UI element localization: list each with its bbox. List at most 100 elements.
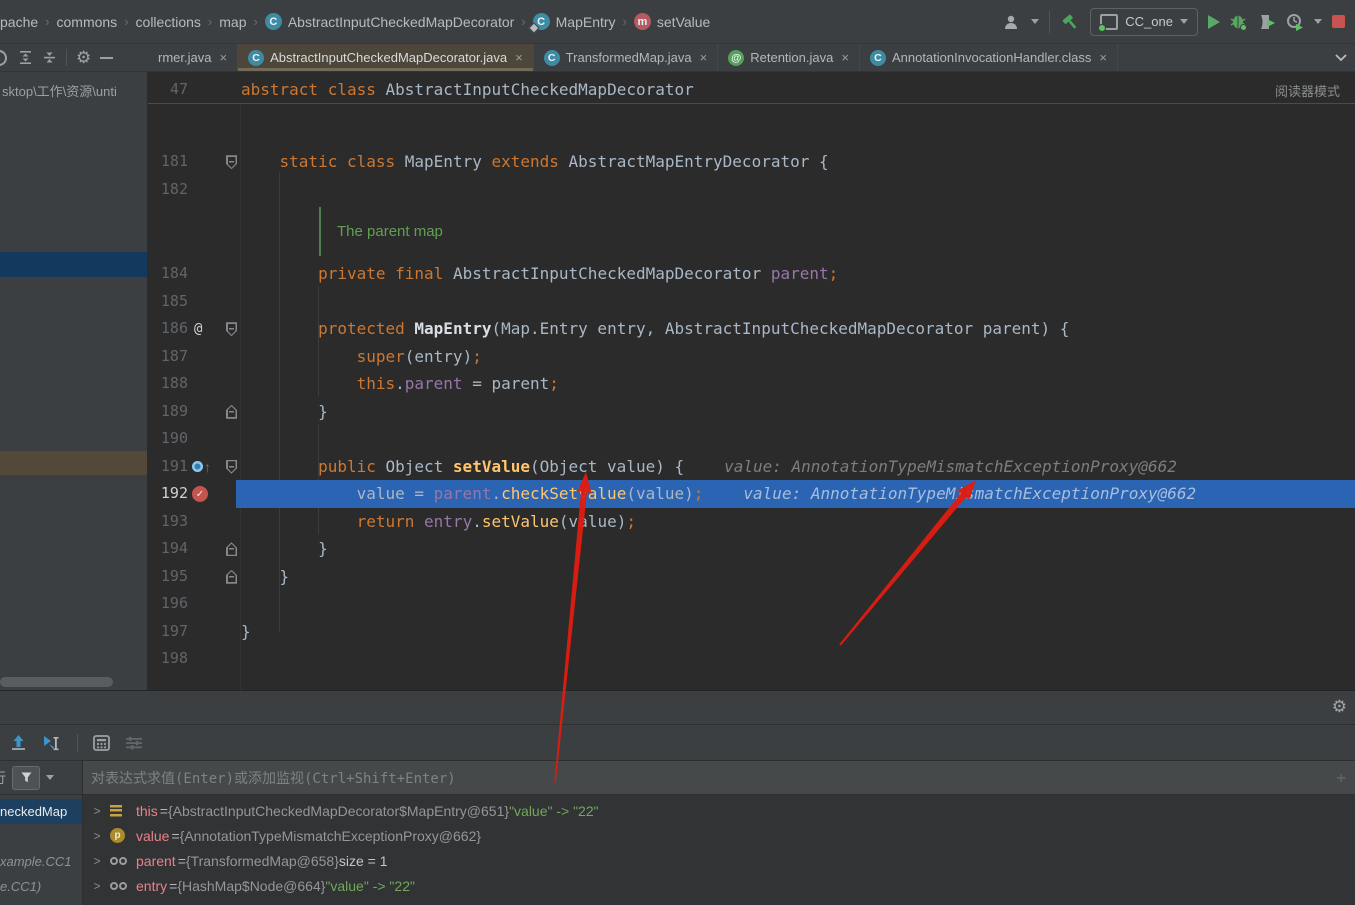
variable-field-icon — [110, 857, 132, 865]
variable-row-parent[interactable]: >parent = {TransformedMap@658} size = 1 — [84, 848, 1355, 873]
annotation-icon: @ — [728, 50, 744, 66]
fold-marker[interactable] — [226, 155, 237, 169]
code-text: } — [241, 535, 328, 563]
variable-field-icon — [110, 882, 132, 890]
breadcrumb-item-collections[interactable]: collections — [136, 14, 201, 30]
stop-button[interactable] — [1332, 15, 1345, 28]
code-line-188: 188 this.parent = parent; — [148, 370, 1355, 398]
build-hammer-icon[interactable] — [1060, 13, 1080, 31]
step-out-icon[interactable] — [10, 734, 27, 751]
frame-row[interactable]: xample.CC1 — [0, 849, 82, 874]
expand-chevron-icon[interactable]: > — [90, 854, 104, 868]
tab-close-icon[interactable]: × — [1099, 50, 1107, 65]
breakpoint-icon[interactable]: ✓ — [192, 480, 208, 508]
variable-value-part: {AbstractInputCheckedMapDecorator$MapEnt… — [168, 803, 509, 819]
debug-bug-icon[interactable] — [1230, 13, 1248, 31]
hide-panel-icon[interactable] — [100, 57, 113, 59]
variable-name: entry — [136, 878, 167, 894]
collapse-all-icon[interactable] — [42, 50, 57, 65]
code-line-198: 198 — [148, 645, 1355, 673]
code-text: value = parent.checkSetValue(value);valu… — [241, 480, 1196, 508]
debug-panel: ⚙ 行 对表达式求值(Enter)或添加监视(Ctrl+Shift+Enter)… — [0, 690, 1355, 905]
variable-name: parent — [136, 853, 176, 869]
project-sidebar[interactable]: sktop\工作\资源\unti — [0, 72, 148, 690]
overrides-method-gutter-icon[interactable]: ↑ — [192, 453, 211, 481]
fold-marker[interactable] — [226, 542, 237, 556]
user-dropdown-caret[interactable] — [1031, 19, 1039, 24]
breadcrumb-item-pache[interactable]: pache — [0, 14, 38, 30]
variable-this-icon — [110, 805, 132, 817]
variable-value-part: "value" -> "22" — [509, 803, 599, 819]
filter-dropdown-caret[interactable] — [46, 775, 54, 780]
fold-marker[interactable] — [226, 460, 237, 474]
tab-close-icon[interactable]: × — [700, 50, 708, 65]
layout-settings-icon[interactable] — [125, 736, 143, 750]
run-config-name: CC_one — [1125, 14, 1173, 29]
method-icon: m — [634, 13, 651, 30]
tab-AbstractInputCheckedMapDecorator.java[interactable]: CAbstractInputCheckedMapDecorator.java× — [238, 44, 534, 71]
code-text: } — [241, 563, 289, 591]
coverage-icon[interactable] — [1258, 13, 1276, 31]
run-button[interactable] — [1208, 15, 1220, 29]
sidebar-highlighted-row[interactable] — [0, 451, 148, 475]
breadcrumb-separator: › — [45, 14, 49, 29]
tab-close-icon[interactable]: × — [219, 50, 227, 65]
user-icon[interactable] — [1003, 14, 1021, 30]
filter-funnel-button[interactable] — [12, 766, 40, 790]
tab-overflow-chevron-icon[interactable] — [1327, 44, 1355, 71]
run-to-cursor-icon[interactable] — [42, 734, 62, 751]
add-watch-plus-icon[interactable]: + — [1336, 768, 1346, 787]
breadcrumb-item-MapEntry[interactable]: CMapEntry — [533, 13, 616, 30]
sidebar-horizontal-scrollbar[interactable] — [0, 677, 113, 687]
tab-AnnotationInvocationHandler.class[interactable]: CAnnotationInvocationHandler.class× — [860, 44, 1118, 71]
tab-close-icon[interactable]: × — [841, 50, 849, 65]
tab-TransformedMap.java[interactable]: CTransformedMap.java× — [534, 44, 719, 71]
run-toolbar: CC_one — [1003, 8, 1355, 36]
code-editor[interactable]: 47 abstract class AbstractInputCheckedMa… — [148, 72, 1355, 690]
sidebar-selected-row[interactable] — [0, 252, 148, 277]
code-line-186: 186@ protected MapEntry(Map.Entry entry,… — [148, 315, 1355, 343]
breadcrumb-item-map[interactable]: map — [219, 14, 246, 30]
frame-row[interactable] — [0, 824, 82, 849]
code-line-195: 195 } — [148, 563, 1355, 591]
expand-all-icon[interactable] — [18, 50, 33, 65]
frame-row[interactable]: neckedMap — [0, 799, 82, 824]
breadcrumb-separator: › — [253, 14, 257, 29]
tab-label: Retention.java — [750, 50, 833, 65]
tab-rmer.java[interactable]: rmer.java× — [148, 44, 238, 71]
breadcrumb-item-AbstractInputCheckedMapDecorator[interactable]: CAbstractInputCheckedMapDecorator — [265, 13, 514, 30]
fold-marker[interactable] — [226, 570, 237, 584]
expand-chevron-icon[interactable]: > — [90, 829, 104, 843]
variable-row-this[interactable]: >this = {AbstractInputCheckedMapDecorato… — [84, 798, 1355, 823]
variables-list[interactable]: >this = {AbstractInputCheckedMapDecorato… — [84, 795, 1355, 905]
code-line-197: 197} — [148, 618, 1355, 646]
expand-chevron-icon[interactable]: > — [90, 879, 104, 893]
profiler-icon[interactable] — [1286, 13, 1304, 31]
rendered-doc-comment: The parent map — [241, 203, 1355, 260]
evaluate-expression-input[interactable]: 对表达式求值(Enter)或添加监视(Ctrl+Shift+Enter) + — [83, 761, 1355, 794]
code-body[interactable]: 181 static class MapEntry extends Abstra… — [148, 104, 1355, 690]
tab-Retention.java[interactable]: @ Retention.java × — [718, 44, 860, 71]
settings-gear-icon[interactable]: ⚙ — [76, 49, 91, 66]
tab-label: TransformedMap.java — [566, 50, 692, 65]
debugger-inline-hint: value: AnnotationTypeMismatchExceptionPr… — [724, 457, 1177, 476]
expand-chevron-icon[interactable]: > — [90, 804, 104, 818]
editor-tab-bar: ⚙ rmer.java×CAbstractInputCheckedMapDeco… — [0, 44, 1355, 72]
fold-marker[interactable] — [226, 322, 237, 336]
run-configuration-select[interactable]: CC_one — [1090, 8, 1198, 36]
run-config-caret[interactable] — [1180, 19, 1188, 24]
frames-list[interactable]: neckedMap xample.CC1e.CC1) — [0, 795, 83, 905]
frame-row[interactable]: e.CC1) — [0, 874, 82, 899]
fold-marker[interactable] — [226, 405, 237, 419]
profiler-caret[interactable] — [1314, 19, 1322, 24]
variable-row-value[interactable]: >pvalue = {AnnotationTypeMismatchExcepti… — [84, 823, 1355, 848]
tab-close-icon[interactable]: × — [515, 50, 523, 65]
breadcrumb-item-setValue[interactable]: msetValue — [634, 13, 710, 30]
variable-value-part: {HashMap$Node@664} — [177, 878, 325, 894]
evaluate-calculator-icon[interactable] — [93, 735, 110, 751]
breadcrumb-item-commons[interactable]: commons — [57, 14, 118, 30]
reader-mode-label[interactable]: 阅读器模式 — [1275, 81, 1340, 100]
variable-row-entry[interactable]: >entry = {HashMap$Node@664} "value" -> "… — [84, 873, 1355, 898]
debug-settings-gear-icon[interactable]: ⚙ — [1332, 698, 1347, 715]
tab-label: AnnotationInvocationHandler.class — [892, 50, 1091, 65]
